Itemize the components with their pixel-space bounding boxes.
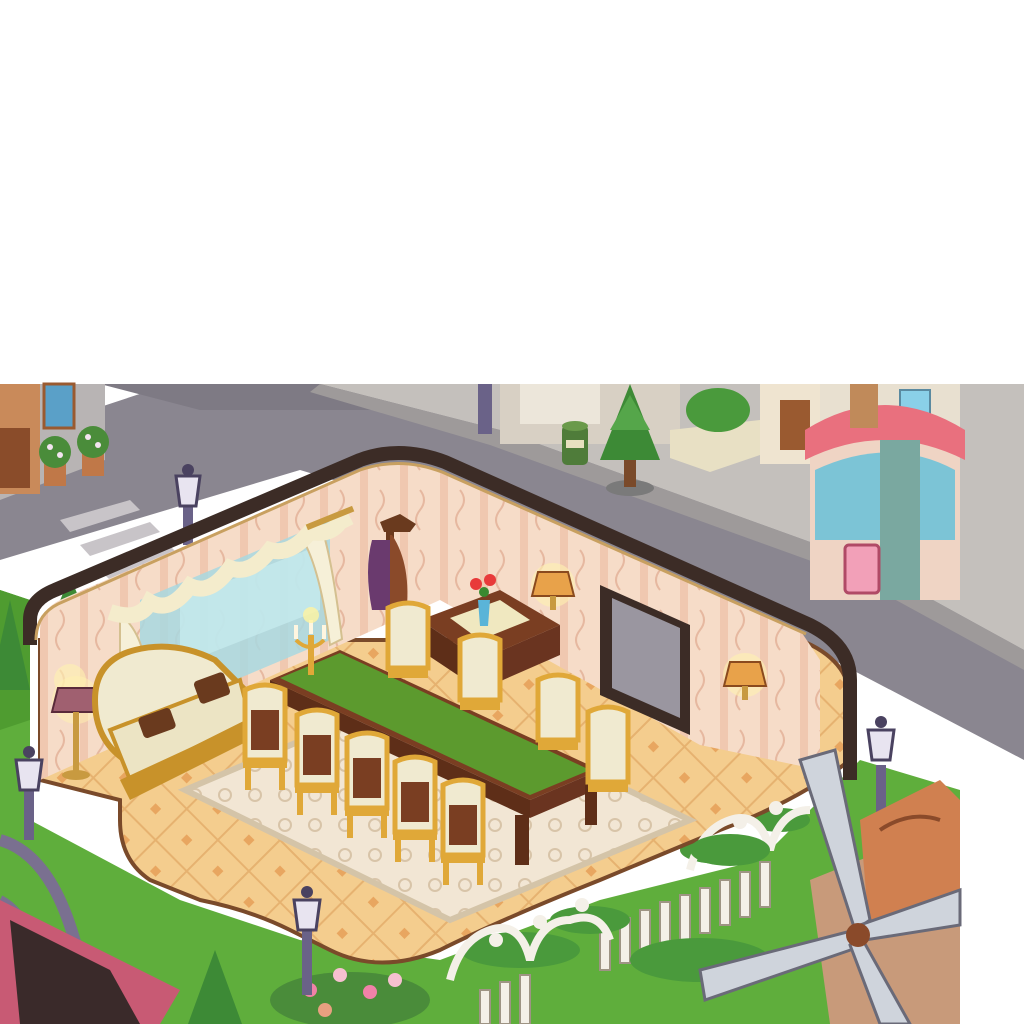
trash-can-icon bbox=[562, 421, 588, 465]
game-scene[interactable] bbox=[0, 0, 1024, 1024]
scene-canvas[interactable] bbox=[0, 0, 1024, 1024]
shop-sign bbox=[843, 543, 881, 595]
